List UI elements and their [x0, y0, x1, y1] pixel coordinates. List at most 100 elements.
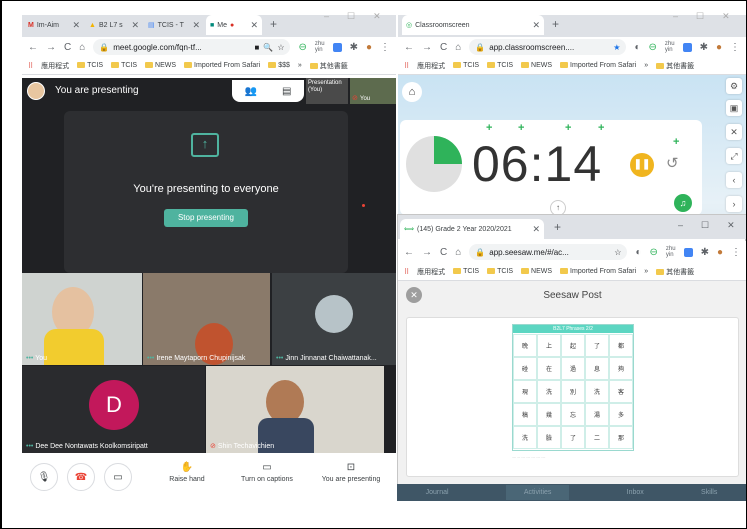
- close-icon[interactable]: ✕: [532, 20, 540, 31]
- bookmark-news[interactable]: NEWS: [521, 62, 552, 69]
- leave-call-button[interactable]: ☎: [67, 463, 95, 491]
- puzzle-icon[interactable]: ✱: [701, 247, 709, 258]
- bookmark-apps[interactable]: 應用程式: [417, 267, 445, 277]
- new-tab-icon[interactable]: +: [554, 220, 561, 234]
- bookmark-safari[interactable]: Imported From Safari: [560, 268, 636, 275]
- star-icon[interactable]: ☆: [277, 43, 284, 52]
- maximize-icon[interactable]: ☐: [701, 220, 709, 231]
- close-icon[interactable]: ✕: [532, 224, 540, 235]
- tab-seesaw[interactable]: ⟺ (145) Grade 2 Year 2020/2021 ✕: [400, 219, 544, 239]
- timer-increment-button[interactable]: +: [565, 122, 571, 134]
- stop-presenting-button[interactable]: Stop presenting: [164, 209, 248, 227]
- back-icon[interactable]: ←: [404, 42, 414, 53]
- next-icon[interactable]: ›: [726, 196, 742, 212]
- bookmark-other[interactable]: 其他書籤: [656, 61, 694, 71]
- maximize-icon[interactable]: ☐: [347, 11, 355, 22]
- bookmarks-overflow[interactable]: »: [644, 62, 648, 69]
- hide-icon[interactable]: ✕: [726, 124, 742, 140]
- minimize-icon[interactable]: –: [324, 11, 329, 22]
- extension-blue-icon[interactable]: [332, 42, 342, 52]
- close-icon[interactable]: ✕: [131, 20, 139, 31]
- bookmark-tcis-1[interactable]: TCIS: [453, 268, 479, 275]
- minimize-icon[interactable]: –: [678, 220, 683, 231]
- close-window-icon[interactable]: ✕: [373, 11, 381, 22]
- present-button[interactable]: ⊡ You are presenting: [316, 462, 386, 483]
- reload-icon[interactable]: C: [440, 247, 447, 258]
- settings-icon[interactable]: ⚙: [726, 78, 742, 94]
- bookmark-apps[interactable]: 應用程式: [417, 61, 445, 71]
- bookmark-tcis-1[interactable]: TCIS: [453, 62, 479, 69]
- chat-icon[interactable]: ▤: [282, 86, 291, 97]
- menu-icon[interactable]: ⋮: [731, 247, 741, 258]
- tab-drive[interactable]: ▲ B2 L7 s ✕: [85, 15, 143, 35]
- timer-increment-button[interactable]: +: [673, 136, 679, 148]
- nav-inbox[interactable]: Inbox: [627, 489, 644, 496]
- close-window-icon[interactable]: ✕: [722, 11, 730, 22]
- extension-icon[interactable]: ◐: [634, 42, 640, 53]
- people-icon[interactable]: 👥: [245, 86, 257, 97]
- address-bar[interactable]: 🔒 app.classroomscreen.... ★: [469, 39, 627, 55]
- bookmark-other[interactable]: 其他書籤: [656, 267, 694, 277]
- star-icon[interactable]: ☆: [614, 248, 621, 257]
- home-icon[interactable]: ⌂: [79, 42, 85, 53]
- participant-tile-deedee[interactable]: D ••• Dee Dee Nontawats Koolkomsiripatt: [22, 366, 205, 453]
- camera-button[interactable]: ▭: [104, 463, 132, 491]
- forward-icon[interactable]: →: [46, 42, 56, 53]
- bookmark-tcis-2[interactable]: TCIS: [487, 62, 513, 69]
- bookmark-other[interactable]: 其他書籤: [309, 61, 348, 71]
- nav-journal[interactable]: Journal: [426, 489, 449, 496]
- extension-icon[interactable]: ◐: [635, 247, 641, 258]
- participant-tile-you[interactable]: ••• You: [22, 273, 142, 365]
- bookmark-tcis-2[interactable]: TCIS: [487, 268, 513, 275]
- close-icon[interactable]: ✕: [192, 20, 200, 31]
- timer-sound-button[interactable]: ♫: [674, 194, 692, 212]
- bookmark-apps[interactable]: 應用程式: [41, 61, 69, 71]
- address-bar[interactable]: 🔒 meet.google.com/fqn-tf... ■ 🔍 ☆: [93, 39, 291, 55]
- extension-green-icon[interactable]: ⊖: [649, 247, 657, 258]
- bookmarks-overflow[interactable]: »: [644, 268, 648, 275]
- home-icon[interactable]: ⌂: [455, 42, 461, 53]
- save-icon[interactable]: ▣: [726, 100, 742, 116]
- timer-increment-button[interactable]: +: [518, 122, 524, 134]
- collapse-icon[interactable]: ‹: [726, 172, 742, 188]
- back-icon[interactable]: ←: [28, 42, 38, 53]
- raise-hand-button[interactable]: ✋ Raise hand: [162, 462, 212, 483]
- forward-icon[interactable]: →: [422, 42, 432, 53]
- minimize-icon[interactable]: –: [673, 11, 678, 22]
- nav-activities[interactable]: Activities: [505, 485, 570, 500]
- new-tab-icon[interactable]: +: [270, 17, 277, 31]
- translate-icon[interactable]: zhu yin: [666, 246, 676, 258]
- menu-icon[interactable]: ⋮: [730, 42, 740, 53]
- maximize-icon[interactable]: ☐: [696, 11, 704, 22]
- reload-icon[interactable]: C: [440, 42, 447, 53]
- close-window-icon[interactable]: ✕: [727, 220, 735, 231]
- tab-classroomscreen[interactable]: ◎ Classroomscreen ✕: [402, 15, 544, 35]
- extension-green-icon[interactable]: ⊖: [648, 42, 656, 53]
- bookmark-tcis-2[interactable]: TCIS: [111, 62, 137, 69]
- close-icon[interactable]: ✕: [72, 20, 80, 31]
- profile-avatar[interactable]: ●: [716, 42, 722, 53]
- translate-icon[interactable]: zhu yin: [315, 41, 325, 53]
- tab-gmail[interactable]: M Im-Aim ✕: [24, 15, 84, 35]
- reset-icon[interactable]: ↺: [666, 154, 679, 172]
- fullscreen-icon[interactable]: ⤢: [726, 148, 742, 164]
- bookmark-news[interactable]: NEWS: [145, 62, 176, 69]
- camera-icon[interactable]: ■: [255, 43, 260, 52]
- microphone-button[interactable]: 🎙: [30, 463, 58, 491]
- home-icon[interactable]: ⌂: [455, 247, 461, 258]
- extension-blue-icon[interactable]: [683, 247, 693, 257]
- captions-button[interactable]: ▭ Turn on captions: [232, 462, 302, 483]
- extension-blue-icon[interactable]: [682, 42, 692, 52]
- participant-tile-jinn[interactable]: ••• Jinn Jinnanat Chaiwattanak...: [272, 273, 396, 365]
- back-icon[interactable]: ←: [404, 247, 414, 258]
- bookmark-safari[interactable]: Imported From Safari: [184, 62, 260, 69]
- menu-icon[interactable]: ⋮: [380, 42, 390, 53]
- pause-button[interactable]: ❚❚: [630, 153, 654, 177]
- bookmark-safari[interactable]: Imported From Safari: [560, 62, 636, 69]
- translate-icon[interactable]: zhu yin: [665, 41, 675, 53]
- timer-increment-button[interactable]: +: [486, 122, 492, 134]
- extension-icon[interactable]: ⊖: [298, 42, 306, 53]
- forward-icon[interactable]: →: [422, 247, 432, 258]
- timer-increment-button[interactable]: +: [598, 122, 604, 134]
- bookmark-news[interactable]: NEWS: [521, 268, 552, 275]
